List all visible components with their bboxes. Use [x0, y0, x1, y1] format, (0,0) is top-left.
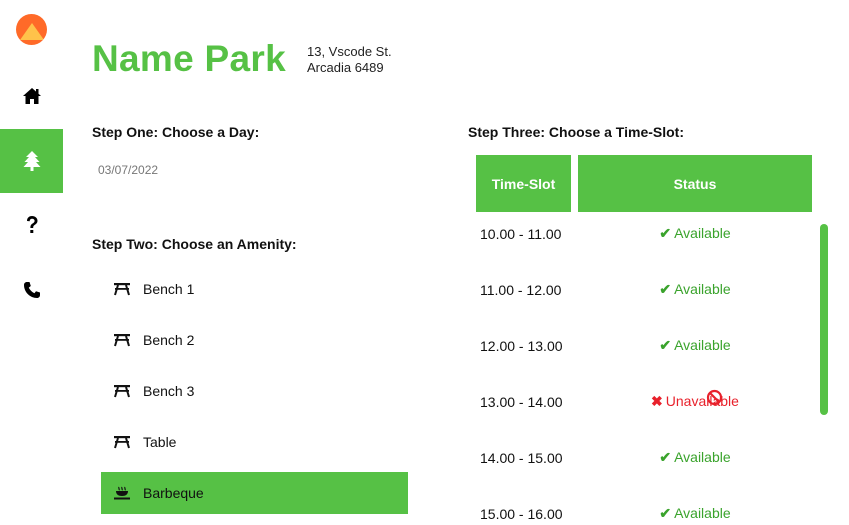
sunrise-logo-icon[interactable]: [16, 14, 47, 45]
status-cell[interactable]: ✔ Available: [578, 449, 812, 466]
time-slot-cell[interactable]: 15.00 - 16.00: [480, 506, 563, 522]
status-cell[interactable]: ✔ Available: [578, 281, 812, 298]
amenity-label: Barbeque: [143, 485, 204, 501]
phone-icon: [23, 282, 40, 298]
check-icon: ✔: [659, 337, 672, 353]
not-allowed-cursor-icon: [706, 389, 723, 406]
picnic-table-icon: [114, 436, 130, 449]
status-text: Available: [674, 449, 731, 465]
status-text: Available: [674, 505, 731, 521]
address-line-2: Arcadia 6489: [307, 60, 384, 75]
cross-icon: ✖: [651, 393, 663, 409]
amenity-bench-1[interactable]: Bench 1: [101, 268, 408, 310]
check-icon: ✔: [659, 281, 672, 297]
check-icon: ✔: [659, 449, 672, 465]
check-icon: ✔: [659, 505, 672, 521]
status-text: Unavailable: [665, 393, 739, 409]
park-title: Name Park: [92, 38, 286, 79]
home-icon: [22, 88, 41, 104]
question-icon: [26, 216, 37, 233]
tree-icon: [23, 151, 40, 171]
park-address: 13, Vscode St. Arcadia 6489: [307, 44, 392, 76]
step-one-label: Step One: Choose a Day:: [92, 124, 260, 140]
sidebar: [0, 0, 63, 525]
status-cell[interactable]: ✔ Available: [578, 225, 812, 242]
time-slot-cell[interactable]: 10.00 - 11.00: [480, 226, 561, 242]
step-three-label: Step Three: Choose a Time-Slot:: [468, 124, 684, 140]
column-header-time-slot: Time-Slot: [476, 155, 571, 212]
amenity-barbeque[interactable]: Barbeque: [101, 472, 408, 514]
column-header-status: Status: [578, 155, 812, 212]
time-slot-cell[interactable]: 12.00 - 13.00: [480, 338, 563, 354]
picnic-table-icon: [114, 334, 130, 347]
status-cell[interactable]: ✔ Available: [578, 505, 812, 522]
status-text: Available: [674, 337, 731, 353]
amenity-bench-2[interactable]: Bench 2: [101, 319, 408, 361]
check-icon: ✔: [659, 225, 672, 241]
sidebar-item-park[interactable]: [0, 129, 63, 193]
time-slot-cell[interactable]: 11.00 - 12.00: [480, 282, 561, 298]
address-line-1: 13, Vscode St.: [307, 44, 392, 59]
amenity-label: Bench 1: [143, 281, 195, 297]
picnic-table-icon: [114, 385, 130, 398]
status-cell[interactable]: ✖ Unavailable: [578, 393, 812, 410]
status-cell[interactable]: ✔ Available: [578, 337, 812, 354]
amenity-bench-3[interactable]: Bench 3: [101, 370, 408, 412]
day-input[interactable]: 03/07/2022: [98, 163, 158, 177]
status-text: Available: [674, 281, 731, 297]
amenity-label: Bench 2: [143, 332, 195, 348]
amenity-label: Table: [143, 434, 177, 450]
step-two-label: Step Two: Choose an Amenity:: [92, 236, 297, 252]
time-slot-cell[interactable]: 13.00 - 14.00: [480, 394, 563, 410]
sidebar-item-home[interactable]: [0, 64, 63, 128]
sidebar-item-help[interactable]: [0, 193, 63, 257]
amenity-table[interactable]: Table: [101, 421, 408, 463]
picnic-table-icon: [114, 283, 130, 296]
time-slot-cell[interactable]: 14.00 - 15.00: [480, 450, 563, 466]
amenity-label: Bench 3: [143, 383, 195, 399]
status-text: Available: [674, 225, 731, 241]
barbeque-icon: [114, 486, 130, 500]
time-slot-scrollbar[interactable]: [820, 224, 828, 415]
sidebar-item-contact[interactable]: [0, 258, 63, 322]
